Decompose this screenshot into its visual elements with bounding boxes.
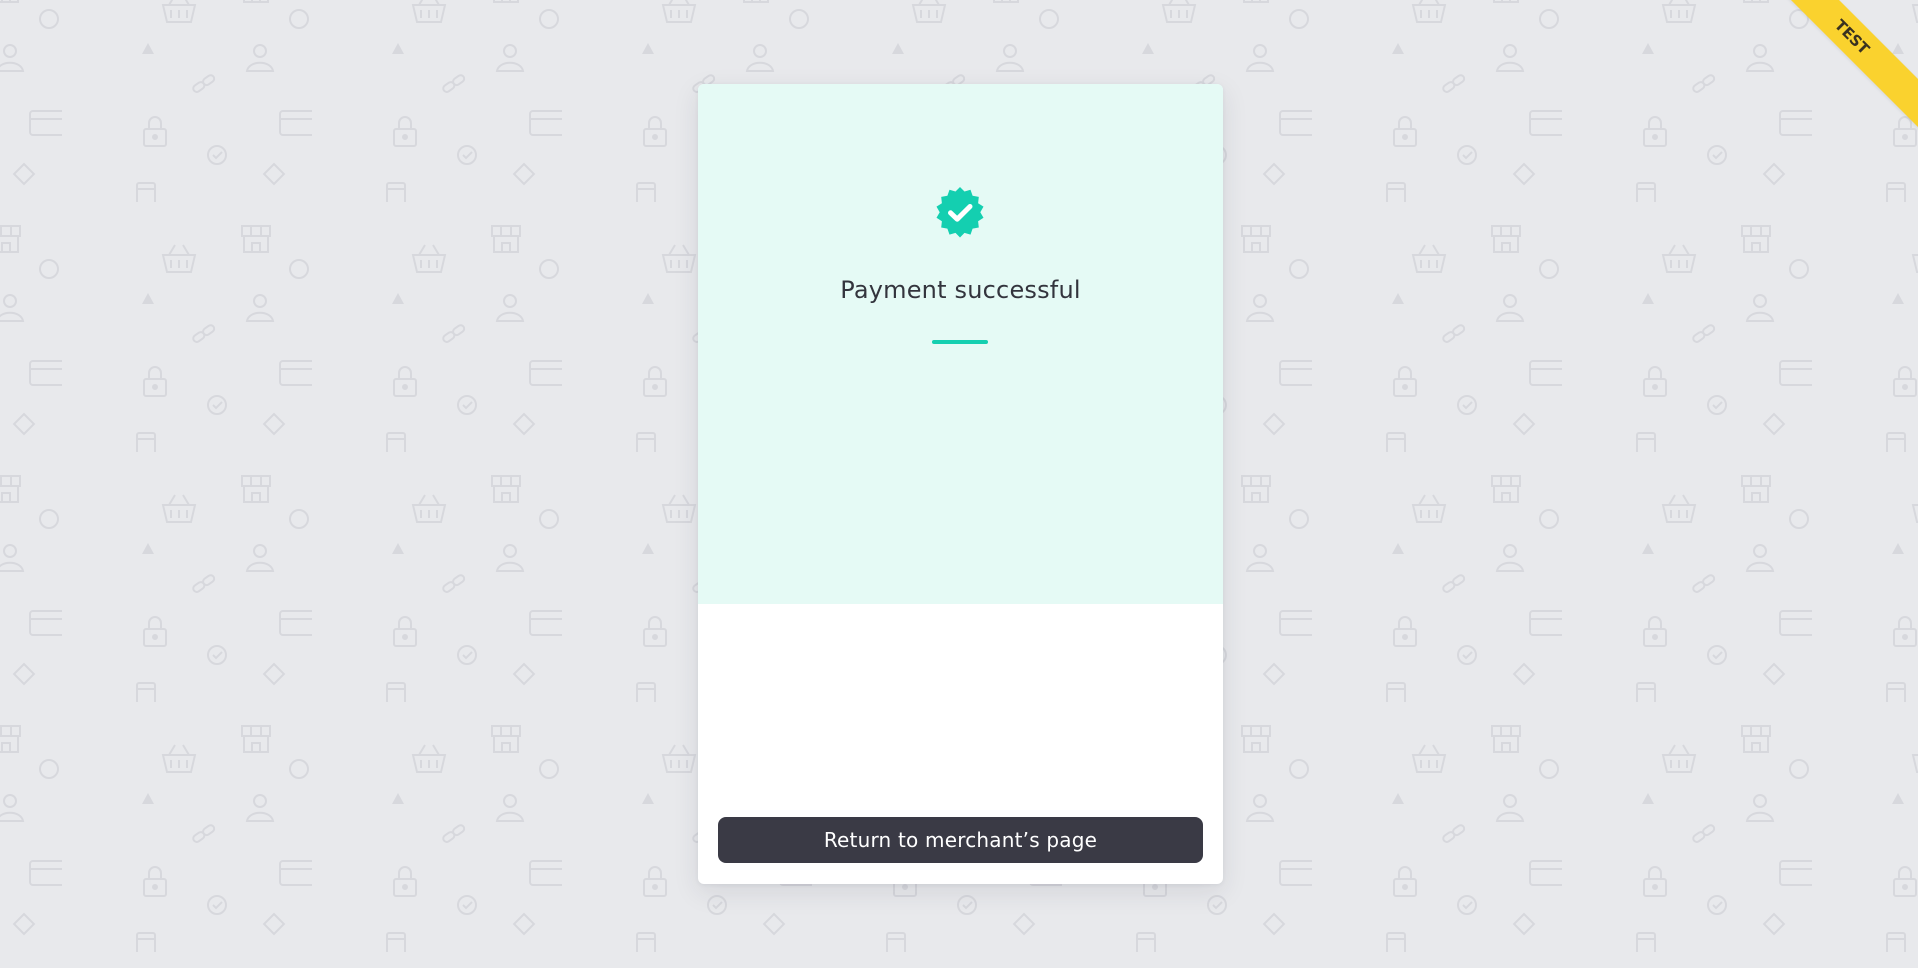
verified-check-badge-icon (936, 187, 984, 238)
return-to-merchant-button[interactable]: Return to merchant’s page (718, 817, 1203, 863)
payment-status-title: Payment successful (840, 276, 1081, 304)
accent-divider (932, 340, 988, 344)
payment-status-card: Payment successful Return to merchant’s … (698, 84, 1223, 884)
success-panel: Payment successful (698, 84, 1223, 604)
